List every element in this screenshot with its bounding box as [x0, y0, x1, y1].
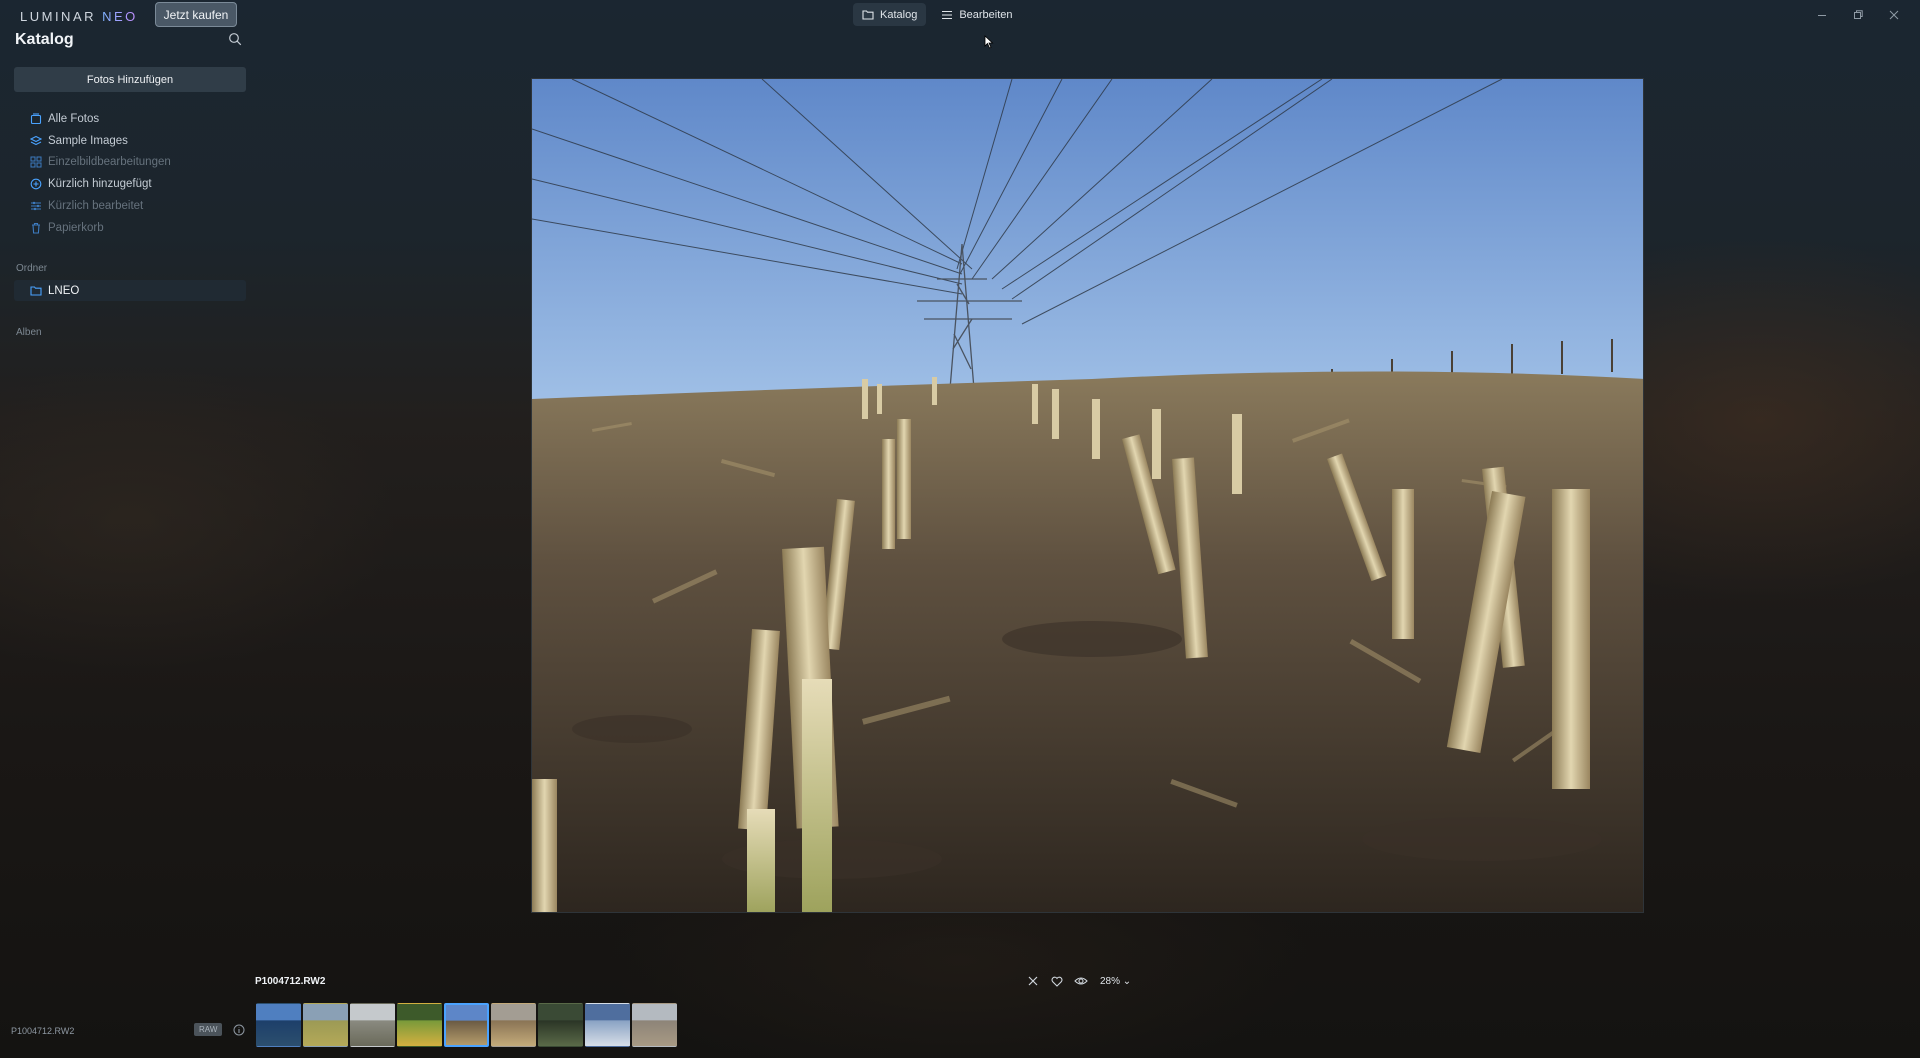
search-icon[interactable]	[228, 32, 242, 51]
stubble-field-photo	[532, 79, 1643, 912]
sidebar-item-all-photos[interactable]: Alle Fotos	[30, 108, 171, 130]
restore-icon[interactable]	[1840, 4, 1876, 26]
sidebar-item-label: Sample Images	[48, 134, 128, 147]
folder-icon	[30, 285, 42, 297]
sidebar-item-recently-edited[interactable]: Kürzlich bearbeitet	[30, 195, 171, 217]
tab-edit[interactable]: Bearbeiten	[932, 3, 1021, 26]
thumbnail-stubble-field[interactable]	[444, 1003, 489, 1047]
sliders-icon	[942, 10, 953, 19]
thumbnail-tree-field[interactable]	[350, 1003, 395, 1047]
info-icon[interactable]	[233, 1023, 245, 1041]
plus-circle-icon	[30, 178, 42, 190]
mode-tabs: Katalog Bearbeiten	[853, 3, 1022, 26]
folder-icon	[862, 10, 874, 20]
photo-tools: 28% ⌄	[1026, 974, 1131, 988]
thumbnail-lake-landscape[interactable]	[256, 1003, 301, 1047]
reject-icon[interactable]	[1026, 974, 1040, 988]
thumbnail-forest-trees[interactable]	[538, 1003, 583, 1047]
sliders-icon	[30, 200, 42, 212]
grid-icon	[30, 156, 42, 168]
sidebar: Katalog Fotos Hinzufügen Alle Fotos Samp…	[0, 30, 260, 1058]
sidebar-item-label: Kürzlich hinzugefügt	[48, 178, 152, 191]
app-logo: LUMINAR NEO	[20, 9, 138, 24]
thumbnail-meadow-field[interactable]	[303, 1003, 348, 1047]
folder-item-label: LNEO	[48, 284, 80, 297]
photos-icon	[30, 113, 42, 125]
tab-catalog-label: Katalog	[880, 8, 918, 21]
layers-icon	[30, 135, 42, 147]
close-icon[interactable]	[1876, 4, 1912, 26]
buy-now-button[interactable]: Jetzt kaufen	[155, 2, 237, 27]
minimize-icon[interactable]	[1804, 4, 1840, 26]
folders-section-label: Ordner	[16, 263, 48, 274]
tab-edit-label: Bearbeiten	[959, 8, 1013, 21]
title-bar: LUMINAR NEO Jetzt kaufen Katalog Bearbei…	[0, 0, 1920, 30]
sidebar-item-label: Einzelbildbearbeitungen	[48, 156, 171, 169]
albums-section-label: Alben	[16, 327, 42, 338]
folder-item-lneo[interactable]: LNEO	[14, 280, 246, 301]
current-file-name: P1004712.RW2	[255, 976, 326, 987]
status-file-name: P1004712.RW2	[11, 1026, 75, 1036]
sidebar-item-label: Kürzlich bearbeitet	[48, 200, 144, 213]
main-photo[interactable]	[531, 78, 1644, 913]
sidebar-item-recently-added[interactable]: Kürzlich hinzugefügt	[30, 173, 171, 195]
sidebar-item-trash[interactable]: Papierkorb	[30, 217, 171, 239]
sidebar-item-label: Papierkorb	[48, 221, 104, 234]
mouse-cursor-icon	[984, 35, 994, 54]
sidebar-title: Katalog	[15, 31, 74, 48]
window-controls	[1804, 4, 1912, 26]
thumbnail-sky-clouds[interactable]	[585, 1003, 630, 1047]
thumbnail-dry-field[interactable]	[632, 1003, 677, 1047]
eye-icon[interactable]	[1074, 974, 1088, 988]
thumbnail-green-plant[interactable]	[397, 1003, 442, 1047]
tab-catalog[interactable]: Katalog	[853, 3, 927, 26]
sidebar-item-single-edits[interactable]: Einzelbildbearbeitungen	[30, 152, 171, 174]
zoom-value: 28%	[1100, 975, 1121, 987]
filmstrip	[256, 1003, 677, 1047]
sidebar-item-sample-images[interactable]: Sample Images	[30, 130, 171, 152]
sidebar-item-label: Alle Fotos	[48, 112, 100, 125]
favorite-icon[interactable]	[1050, 974, 1064, 988]
trash-icon	[30, 222, 42, 234]
add-photos-button[interactable]: Fotos Hinzufügen	[14, 67, 246, 92]
raw-badge: RAW	[194, 1023, 223, 1036]
thumbnail-stubble-closeup[interactable]	[491, 1003, 536, 1047]
catalog-nav: Alle Fotos Sample Images Einzelbildbearb…	[30, 108, 171, 239]
zoom-dropdown[interactable]: 28% ⌄	[1100, 976, 1131, 987]
